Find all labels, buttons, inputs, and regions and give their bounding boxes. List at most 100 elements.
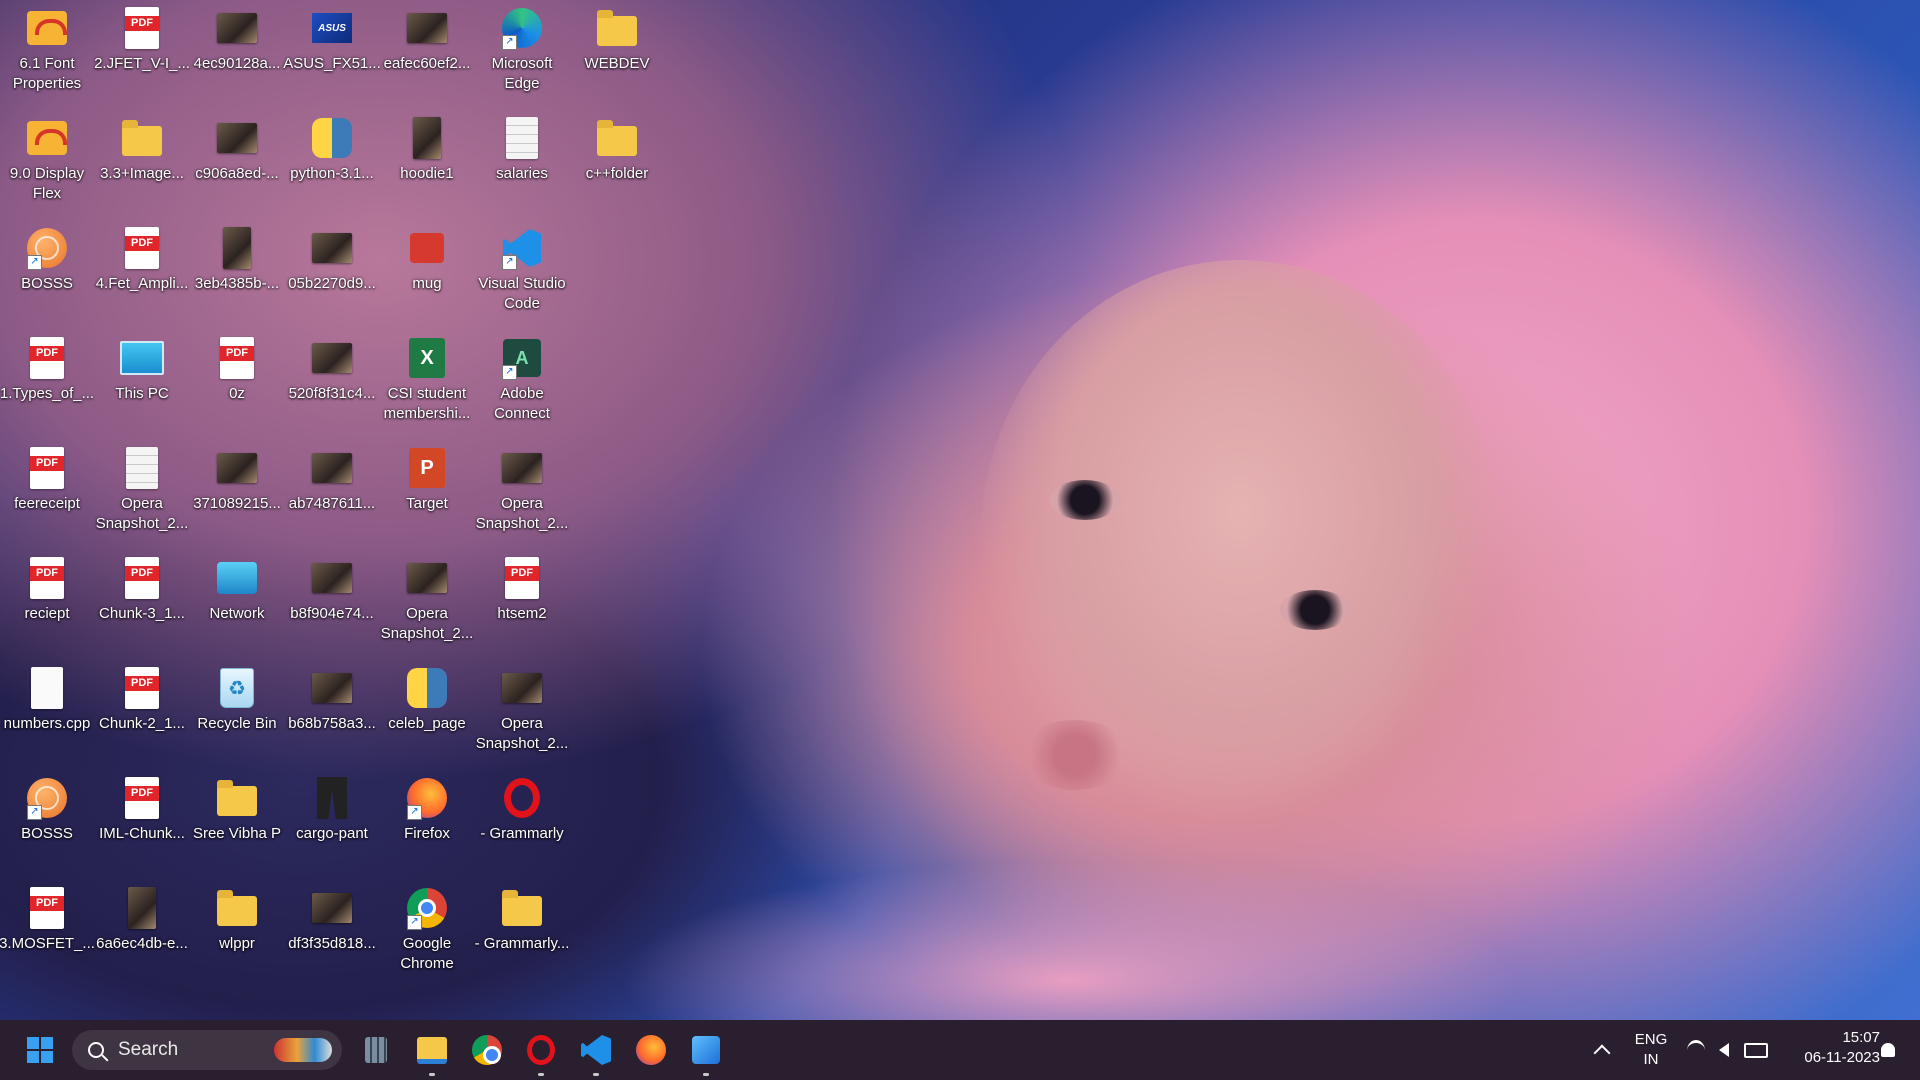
- desktop-icon[interactable]: Opera Snapshot_2...: [475, 440, 569, 544]
- desktop-icon-label: Opera Snapshot_2...: [475, 495, 569, 532]
- firefox-icon[interactable]: [631, 1030, 671, 1070]
- battery-icon[interactable]: [1736, 1030, 1776, 1070]
- file-explorer-icon[interactable]: [412, 1030, 452, 1076]
- widgets-icon[interactable]: [356, 1030, 396, 1070]
- desktop-icon[interactable]: ab7487611...: [285, 440, 379, 544]
- desktop-icon[interactable]: celeb_page: [380, 660, 474, 764]
- chevron-up-icon[interactable]: [1582, 1030, 1622, 1070]
- desktop-icon-label: Adobe Connect: [494, 385, 550, 422]
- pdf-file-icon: [500, 556, 544, 600]
- desktop-icon[interactable]: c++folder: [570, 110, 664, 214]
- photos-icon[interactable]: [686, 1030, 726, 1076]
- desktop-icon-label: Chunk-3_1...: [99, 605, 185, 622]
- desktop-icon[interactable]: ↗ BOSSS: [0, 220, 94, 324]
- desktop-icon[interactable]: Opera Snapshot_2...: [380, 550, 474, 654]
- desktop-icon-label: BOSSS: [21, 275, 73, 292]
- desktop-icon[interactable]: 05b2270d9...: [285, 220, 379, 324]
- desktop-icon[interactable]: Chunk-3_1...: [95, 550, 189, 654]
- desktop-icon[interactable]: 4ec90128a...: [190, 0, 284, 104]
- desktop-icon[interactable]: ↗ Visual Studio Code: [475, 220, 569, 324]
- desktop-icon[interactable]: ASUS ASUS_FX51...: [283, 0, 381, 104]
- desktop-icon-label: Opera Snapshot_2...: [475, 715, 569, 752]
- desktop-icon-label: 3.MOSFET_...: [0, 935, 95, 952]
- desktop-icon[interactable]: Network: [190, 550, 284, 654]
- desktop-icon[interactable]: b8f904e74...: [285, 550, 379, 654]
- desktop-icon[interactable]: hoodie1: [380, 110, 474, 214]
- desktop-icon-label: python-3.1...: [290, 165, 374, 182]
- desktop-icon[interactable]: 4.Fet_Ampli...: [95, 220, 189, 324]
- language-indicator[interactable]: ENG IN: [1628, 1030, 1674, 1070]
- desktop-icon-label: 4ec90128a...: [193, 55, 281, 72]
- desktop-icon[interactable]: df3f35d818...: [285, 880, 379, 984]
- desktop-icon[interactable]: 0z: [190, 330, 284, 434]
- desktop-icon[interactable]: ↗ BOSSS: [0, 770, 94, 874]
- desktop-icon-label: - Grammarly...: [474, 935, 570, 952]
- image-thumbnail-icon: [215, 6, 259, 50]
- desktop-icon[interactable]: 371089215...: [190, 440, 284, 544]
- opera-icon[interactable]: [521, 1030, 561, 1076]
- desktop-icon-label: salaries: [496, 165, 548, 182]
- desktop-icon[interactable]: 6a6ec4db-e...: [95, 880, 189, 984]
- desktop-icon[interactable]: feereceipt: [0, 440, 94, 544]
- desktop-icon[interactable]: python-3.1...: [285, 110, 379, 214]
- image-thumbnail-icon: [500, 446, 544, 490]
- pdf-file-icon: [120, 226, 164, 270]
- document-file-icon: [120, 446, 164, 490]
- clock[interactable]: 15:07 06-11-2023: [1780, 1028, 1880, 1068]
- image-thumbnail-icon: [310, 556, 354, 600]
- desktop-icon[interactable]: cargo-pant: [285, 770, 379, 874]
- desktop-icon[interactable]: 3.MOSFET_...: [0, 880, 95, 984]
- chrome-browser-icon: ↗: [405, 886, 449, 930]
- desktop-icon[interactable]: salaries: [475, 110, 569, 214]
- desktop-icon[interactable]: - Grammarly...: [475, 880, 569, 984]
- desktop-icon[interactable]: 1.Types_of_...: [0, 330, 94, 434]
- desktop-icon[interactable]: 3eb4385b-...: [190, 220, 284, 324]
- desktop-icon[interactable]: c906a8ed-...: [190, 110, 284, 214]
- desktop-icon[interactable]: b68b758a3...: [285, 660, 379, 764]
- image-thumbnail-icon: [405, 556, 449, 600]
- desktop-icon[interactable]: 6.1 Font Properties: [0, 0, 94, 104]
- desktop-icon[interactable]: 520f8f31c4...: [285, 330, 379, 434]
- desktop-icon[interactable]: Chunk-2_1...: [95, 660, 189, 764]
- image-thumbnail-icon: [215, 116, 259, 160]
- desktop-icon[interactable]: P Target: [380, 440, 474, 544]
- desktop-icon[interactable]: 9.0 Display Flex: [0, 110, 94, 214]
- desktop-icon[interactable]: ↗ Google Chrome: [380, 880, 474, 984]
- powerpoint-file-icon: P: [405, 446, 449, 490]
- desktop-icon[interactable]: Opera Snapshot_2...: [95, 440, 189, 544]
- desktop-icon-label: 0z: [229, 385, 245, 402]
- desktop-icon-label: 05b2270d9...: [288, 275, 376, 292]
- desktop-icon-label: df3f35d818...: [288, 935, 376, 952]
- desktop-icon[interactable]: eafec60ef2...: [380, 0, 474, 104]
- taskbar-search[interactable]: Search: [72, 1030, 342, 1070]
- desktop-icon[interactable]: htsem2: [475, 550, 569, 654]
- desktop-icon[interactable]: ♻ Recycle Bin: [190, 660, 284, 764]
- notification-bell-icon[interactable]: [1868, 1030, 1908, 1070]
- windows-start-icon[interactable]: [20, 1030, 60, 1070]
- desktop-icon[interactable]: - Grammarly: [475, 770, 569, 874]
- chrome-icon[interactable]: [467, 1030, 507, 1070]
- search-highlight-icon: [274, 1038, 332, 1062]
- desktop-icon[interactable]: X CSI student membershi...: [380, 330, 474, 434]
- desktop-icon-label: mug: [412, 275, 442, 292]
- desktop-icon[interactable]: IML-Chunk...: [95, 770, 189, 874]
- desktop-icon[interactable]: reciept: [0, 550, 94, 654]
- network-icon: [215, 556, 259, 600]
- desktop-icon-label: c++folder: [585, 165, 649, 182]
- desktop-icon[interactable]: Opera Snapshot_2...: [475, 660, 569, 764]
- desktop-icon[interactable]: This PC: [95, 330, 189, 434]
- desktop-icon-label: Firefox: [404, 825, 450, 842]
- desktop-icon[interactable]: 2.JFET_V-I_...: [94, 0, 190, 104]
- desktop-icon[interactable]: mug: [380, 220, 474, 324]
- vscode-icon[interactable]: [576, 1030, 616, 1076]
- desktop-icon[interactable]: ↗ Microsoft Edge: [475, 0, 569, 104]
- language-line1: ENG: [1634, 1031, 1668, 1048]
- desktop-icon[interactable]: Sree Vibha P: [190, 770, 284, 874]
- desktop-icon[interactable]: A ↗ Adobe Connect: [475, 330, 569, 434]
- desktop-icon[interactable]: wlppr: [190, 880, 284, 984]
- desktop-icon[interactable]: ↗ Firefox: [380, 770, 474, 874]
- desktop-icon-label: 4.Fet_Ampli...: [95, 275, 189, 292]
- desktop-icon[interactable]: numbers.cpp: [0, 660, 94, 764]
- desktop-icon[interactable]: WEBDEV: [570, 0, 664, 104]
- desktop-icon[interactable]: 3.3+Image...: [95, 110, 189, 214]
